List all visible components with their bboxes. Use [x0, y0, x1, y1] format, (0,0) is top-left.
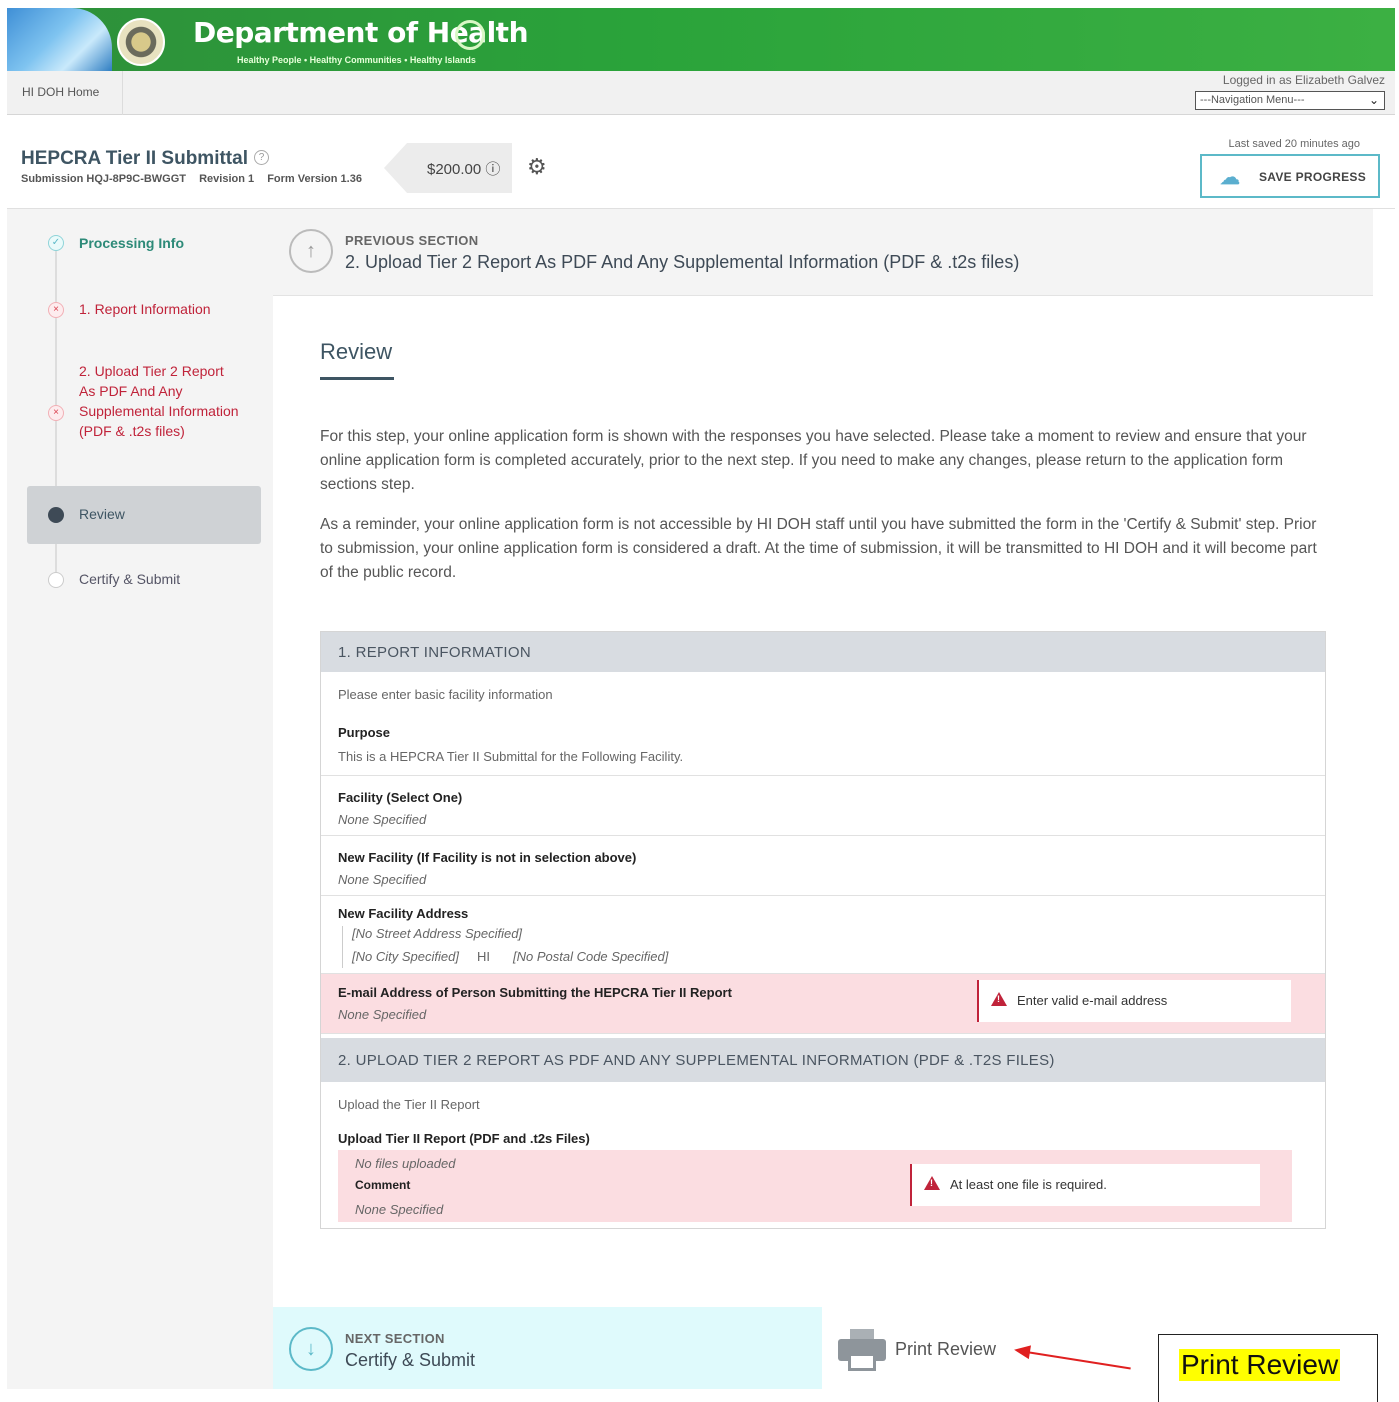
sidebar-item-label: Certify & Submit	[79, 571, 181, 587]
sidebar: ✓ Processing Info × 1. Report Informatio…	[7, 209, 273, 1389]
warning-icon	[991, 992, 1007, 1006]
fee-tag[interactable]: $200.00 ⓘ	[384, 143, 512, 193]
address-city: [No City Specified]	[352, 949, 459, 964]
next-section-name: Certify & Submit	[345, 1350, 476, 1370]
comment-value: None Specified	[355, 1202, 444, 1217]
revision-number: Revision 1	[199, 173, 255, 185]
current-step-dot-icon	[48, 507, 64, 523]
header-banner: Department of Health Healthy People • He…	[7, 8, 1395, 71]
section-header-upload: 2. UPLOAD TIER 2 REPORT AS PDF AND ANY S…	[321, 1038, 1325, 1082]
submission-header: HEPCRA Tier II Submittal ? Submission HQ…	[7, 116, 1395, 209]
new-facility-address-row: New Facility Address [No Street Address …	[321, 896, 1325, 974]
email-error-message: Enter valid e-mail address	[977, 980, 1291, 1022]
state-seal-icon	[117, 18, 165, 66]
main-content: ↑ PREVIOUS SECTION 2. Upload Tier 2 Repo…	[273, 209, 1373, 1389]
print-review-label: Print Review	[895, 1339, 997, 1359]
purpose-value: This is a HEPCRA Tier II Submittal for t…	[338, 749, 684, 764]
email-row: E-mail Address of Person Submitting the …	[321, 974, 1325, 1034]
facility-value: None Specified	[338, 812, 427, 827]
previous-section-name: 2. Upload Tier 2 Report As PDF And Any S…	[345, 252, 1020, 272]
address-indent-bar	[342, 926, 343, 968]
navigation-menu-value: ---Navigation Menu---	[1200, 94, 1305, 106]
upload-label: Upload Tier II Report (PDF and .t2s File…	[338, 1131, 590, 1146]
wave-logo-icon	[7, 8, 112, 71]
sidebar-item-label: 1. Report Information	[79, 301, 211, 317]
new-facility-row: New Facility (If Facility is not in sele…	[321, 836, 1325, 896]
check-circle-icon: ✓	[48, 235, 64, 251]
chevron-down-icon: ⌄	[1368, 93, 1379, 107]
email-value: None Specified	[338, 1007, 427, 1022]
printer-icon	[838, 1329, 886, 1371]
annotation-arrow-head-icon	[1013, 1342, 1031, 1360]
doh-home-link[interactable]: HI DOH Home	[22, 85, 99, 99]
save-progress-button[interactable]: ☁ SAVE PROGRESS	[1200, 154, 1380, 198]
address-state: HI	[477, 949, 490, 964]
error-circle-icon: ×	[48, 302, 64, 318]
divider	[122, 71, 123, 115]
annotation-callout: Print Review	[1158, 1334, 1378, 1402]
sidebar-item-upload-tier2[interactable]: × 2. Upload Tier 2 Report As PDF And Any…	[7, 361, 273, 461]
annotation-callout-text: Print Review	[1179, 1349, 1341, 1381]
sidebar-item-processing-info[interactable]: ✓ Processing Info	[7, 233, 273, 257]
empty-circle-icon	[48, 572, 64, 588]
section-intro: Upload the Tier II Report	[338, 1097, 480, 1112]
new-facility-label: New Facility (If Facility is not in sele…	[338, 850, 637, 865]
sidebar-item-review[interactable]: Review	[27, 486, 261, 544]
submission-id: Submission HQJ-8P9C-BWGGT	[21, 173, 187, 185]
question-circle-icon[interactable]: ?	[254, 150, 269, 165]
address-postal: [No Postal Code Specified]	[513, 949, 669, 964]
sidebar-item-certify-submit[interactable]: Certify & Submit	[7, 569, 273, 593]
files-value: No files uploaded	[355, 1156, 456, 1171]
warning-icon	[924, 1176, 940, 1190]
report-info-intro-row: Please enter basic facility information …	[321, 672, 1325, 776]
review-instructions: For this step, your online application f…	[320, 428, 1307, 493]
section-intro: Please enter basic facility information	[338, 687, 553, 702]
review-reminder: As a reminder, your online application f…	[320, 516, 1317, 581]
sidebar-item-label: Review	[79, 506, 125, 522]
cloud-upload-icon: ☁	[1220, 167, 1240, 189]
last-saved-text: Last saved 20 minutes ago	[1228, 138, 1360, 150]
review-table: 1. REPORT INFORMATION Please enter basic…	[320, 631, 1326, 1229]
form-version: Form Version 1.36	[267, 173, 362, 185]
upload-error-block: No files uploaded Comment None Specified…	[338, 1150, 1292, 1222]
previous-section-label: PREVIOUS SECTION	[345, 233, 479, 248]
section-header-report-information: 1. REPORT INFORMATION	[321, 632, 1325, 672]
next-section-link[interactable]: ↓ NEXT SECTION Certify & Submit	[273, 1307, 822, 1389]
logged-in-text: Logged in as Elizabeth Galvez	[1222, 73, 1385, 87]
department-tagline: Healthy People • Healthy Communities • H…	[237, 55, 476, 65]
submission-meta: Submission HQJ-8P9C-BWGGT Revision 1 For…	[21, 173, 372, 185]
address-label: New Facility Address	[338, 906, 469, 921]
doh-emblem-icon	[455, 20, 485, 50]
submission-title: HEPCRA Tier II Submittal	[21, 148, 248, 169]
new-facility-value: None Specified	[338, 872, 427, 887]
comment-label: Comment	[355, 1178, 411, 1192]
previous-section-link[interactable]: ↑ PREVIOUS SECTION 2. Upload Tier 2 Repo…	[273, 209, 1373, 296]
files-error-text: At least one file is required.	[950, 1177, 1107, 1192]
error-circle-icon: ×	[48, 405, 64, 421]
next-section-label: NEXT SECTION	[345, 1331, 445, 1346]
page-title: Review	[320, 339, 393, 364]
address-street: [No Street Address Specified]	[352, 926, 523, 941]
arrow-down-icon: ↓	[289, 1327, 333, 1371]
files-error-message: At least one file is required.	[910, 1164, 1260, 1206]
facility-label: Facility (Select One)	[338, 790, 463, 805]
page: Department of Health Healthy People • He…	[0, 0, 1399, 1402]
title-underline	[320, 377, 394, 380]
upload-row: Upload the Tier II Report Upload Tier II…	[321, 1082, 1325, 1228]
purpose-label: Purpose	[338, 725, 391, 740]
gear-icon[interactable]: ⚙	[527, 154, 547, 180]
save-progress-label: SAVE PROGRESS	[1259, 170, 1367, 184]
email-error-text: Enter valid e-mail address	[1017, 993, 1168, 1008]
arrow-up-icon: ↑	[289, 229, 333, 273]
sidebar-item-label: 2. Upload Tier 2 Report As PDF And Any S…	[79, 363, 239, 439]
sidebar-item-label: Processing Info	[79, 235, 185, 251]
navigation-menu-select[interactable]: ---Navigation Menu--- ⌄	[1195, 91, 1385, 110]
email-label: E-mail Address of Person Submitting the …	[338, 985, 732, 1000]
top-bar: HI DOH Home Logged in as Elizabeth Galve…	[7, 71, 1395, 115]
facility-row: Facility (Select One) None Specified	[321, 776, 1325, 836]
sidebar-item-report-information[interactable]: × 1. Report Information	[7, 299, 273, 323]
fee-amount: $200.00 ⓘ	[427, 161, 501, 178]
